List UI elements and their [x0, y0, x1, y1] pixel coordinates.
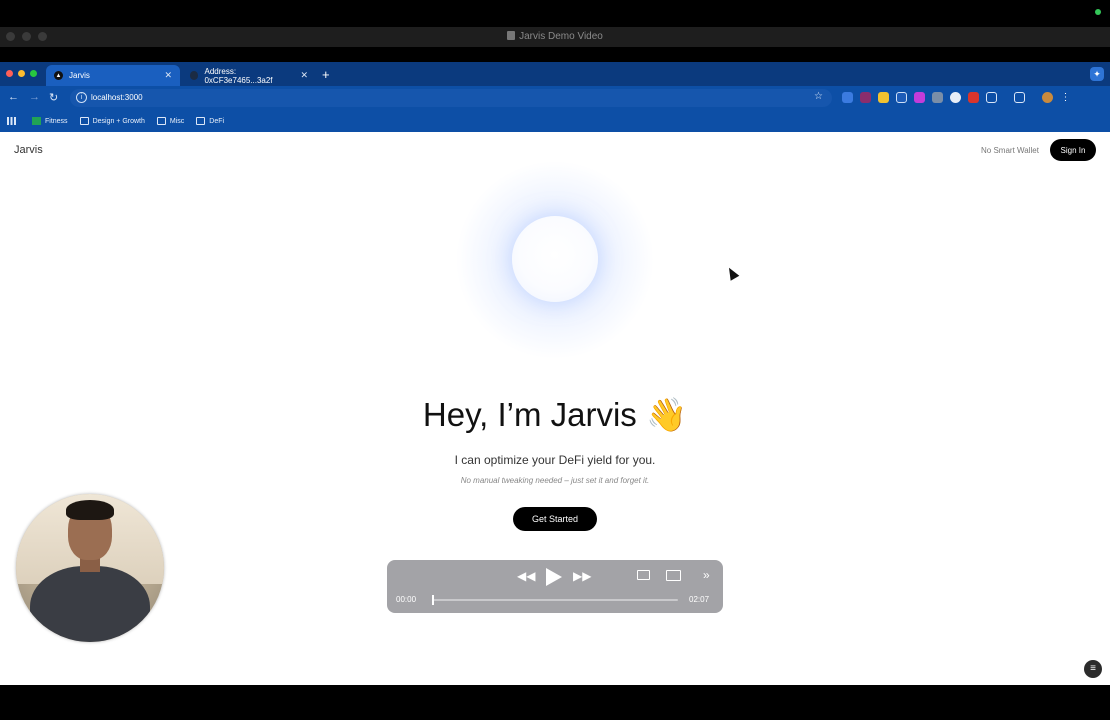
screen-top-bar [0, 0, 1110, 27]
document-icon [507, 31, 516, 40]
folder-icon [196, 117, 206, 125]
scrubber-track[interactable] [433, 599, 678, 601]
player-window-title: Jarvis Demo Video [0, 31, 1110, 42]
extension-icon[interactable] [914, 92, 925, 103]
tab-strip: ▲ Jarvis ✕ Address: 0xCF3e7465...3a2f ✕ … [0, 62, 1110, 86]
forward-icon[interactable]: → [29, 91, 40, 103]
apps-grid-icon[interactable] [7, 117, 20, 125]
bookmark-defi[interactable]: DeFi [196, 117, 224, 125]
extension-icon[interactable] [968, 92, 979, 103]
extension-icon[interactable] [860, 92, 871, 103]
fast-forward-icon[interactable]: ▶▶ [573, 569, 591, 583]
address-bar[interactable]: i localhost:3000 ☆ [70, 89, 832, 107]
bookmark-design-growth[interactable]: Design + Growth [79, 117, 145, 125]
tab-label: Jarvis [69, 71, 90, 80]
duration-time: 02:07 [689, 595, 710, 604]
explorer-favicon-icon [190, 71, 199, 80]
new-tab-icon[interactable]: + [322, 67, 330, 82]
mouse-cursor-icon [724, 265, 740, 281]
camera-indicator-icon [1095, 9, 1101, 15]
assistant-bubble-icon[interactable]: ≡ [1084, 660, 1102, 678]
tab-address[interactable]: Address: 0xCF3e7465...3a2f ✕ [182, 65, 316, 86]
scrubber-thumb[interactable] [432, 595, 434, 605]
video-player-titlebar: Jarvis Demo Video [0, 27, 1110, 47]
web-page: Jarvis No Smart Wallet Sign In Hey, I’m … [0, 132, 1110, 685]
bookmark-fitness[interactable]: Fitness [32, 117, 68, 125]
brand-logo[interactable]: Jarvis [14, 144, 43, 156]
bookmark-star-icon[interactable]: ☆ [814, 91, 823, 102]
webcam-person-hair [66, 500, 114, 520]
sign-in-button[interactable]: Sign In [1050, 139, 1096, 161]
extensions-bar: ⋮ [842, 92, 1071, 103]
jarvis-orb [512, 216, 598, 302]
close-tab-icon[interactable]: ✕ [164, 70, 172, 81]
extension-icon[interactable] [932, 92, 943, 103]
video-controls: ◀◀ ▶▶ » 00:00 02:07 [387, 560, 723, 613]
bookmark-misc[interactable]: Misc [156, 117, 184, 125]
extension-icon[interactable] [950, 92, 961, 103]
extension-icon[interactable] [896, 92, 907, 103]
close-browser-icon[interactable] [6, 70, 13, 77]
extension-icon[interactable] [878, 92, 889, 103]
webcam-person-body [30, 566, 150, 642]
current-time: 00:00 [396, 595, 417, 604]
close-tab-icon[interactable]: ✕ [300, 70, 308, 81]
reload-icon[interactable]: ↻ [49, 91, 58, 104]
folder-icon [156, 117, 166, 125]
gemini-icon[interactable]: ✦ [1090, 67, 1104, 81]
tab-jarvis[interactable]: ▲ Jarvis ✕ [46, 65, 180, 86]
player-title-text: Jarvis Demo Video [519, 31, 603, 42]
get-started-button[interactable]: Get Started [513, 507, 597, 531]
jarvis-favicon-icon: ▲ [54, 71, 63, 80]
screen-bottom-bar [0, 685, 1110, 720]
zoom-browser-icon[interactable] [30, 70, 37, 77]
url-text: localhost:3000 [91, 93, 143, 102]
window-gap [0, 47, 1110, 62]
bookmarks-bar: Fitness Design + Growth Misc DeFi [0, 110, 1110, 132]
hero-headline: Hey, I’m Jarvis 👋 [422, 396, 688, 433]
browser-menu-icon[interactable]: ⋮ [1060, 92, 1071, 103]
minimize-browser-icon[interactable] [18, 70, 25, 77]
wallet-status: No Smart Wallet [981, 146, 1039, 155]
site-info-icon[interactable]: i [76, 92, 87, 103]
profile-avatar-icon[interactable] [1042, 92, 1053, 103]
back-icon[interactable]: ← [8, 91, 19, 103]
folder-icon [79, 117, 89, 125]
rewind-icon[interactable]: ◀◀ [517, 569, 535, 583]
hero-tagline: No manual tweaking needed – just set it … [460, 476, 650, 485]
sheets-icon [32, 117, 41, 125]
extensions-puzzle-icon[interactable] [986, 92, 997, 103]
extension-icon[interactable] [842, 92, 853, 103]
hero-subtitle: I can optimize your DeFi yield for you. [454, 453, 656, 467]
share-icon[interactable]: » [703, 568, 710, 582]
browser-chrome: ▲ Jarvis ✕ Address: 0xCF3e7465...3a2f ✕ … [0, 62, 1110, 132]
play-icon[interactable] [546, 568, 562, 586]
browser-window-controls [6, 70, 37, 77]
side-panel-icon[interactable] [1014, 92, 1025, 103]
webcam-overlay [16, 494, 164, 642]
navigation-bar: ← → ↻ i localhost:3000 ☆ ⋮ [0, 86, 1110, 110]
airplay-icon[interactable] [637, 570, 650, 580]
tab-label: Address: 0xCF3e7465...3a2f [204, 66, 273, 85]
picture-in-picture-icon[interactable] [666, 570, 681, 581]
